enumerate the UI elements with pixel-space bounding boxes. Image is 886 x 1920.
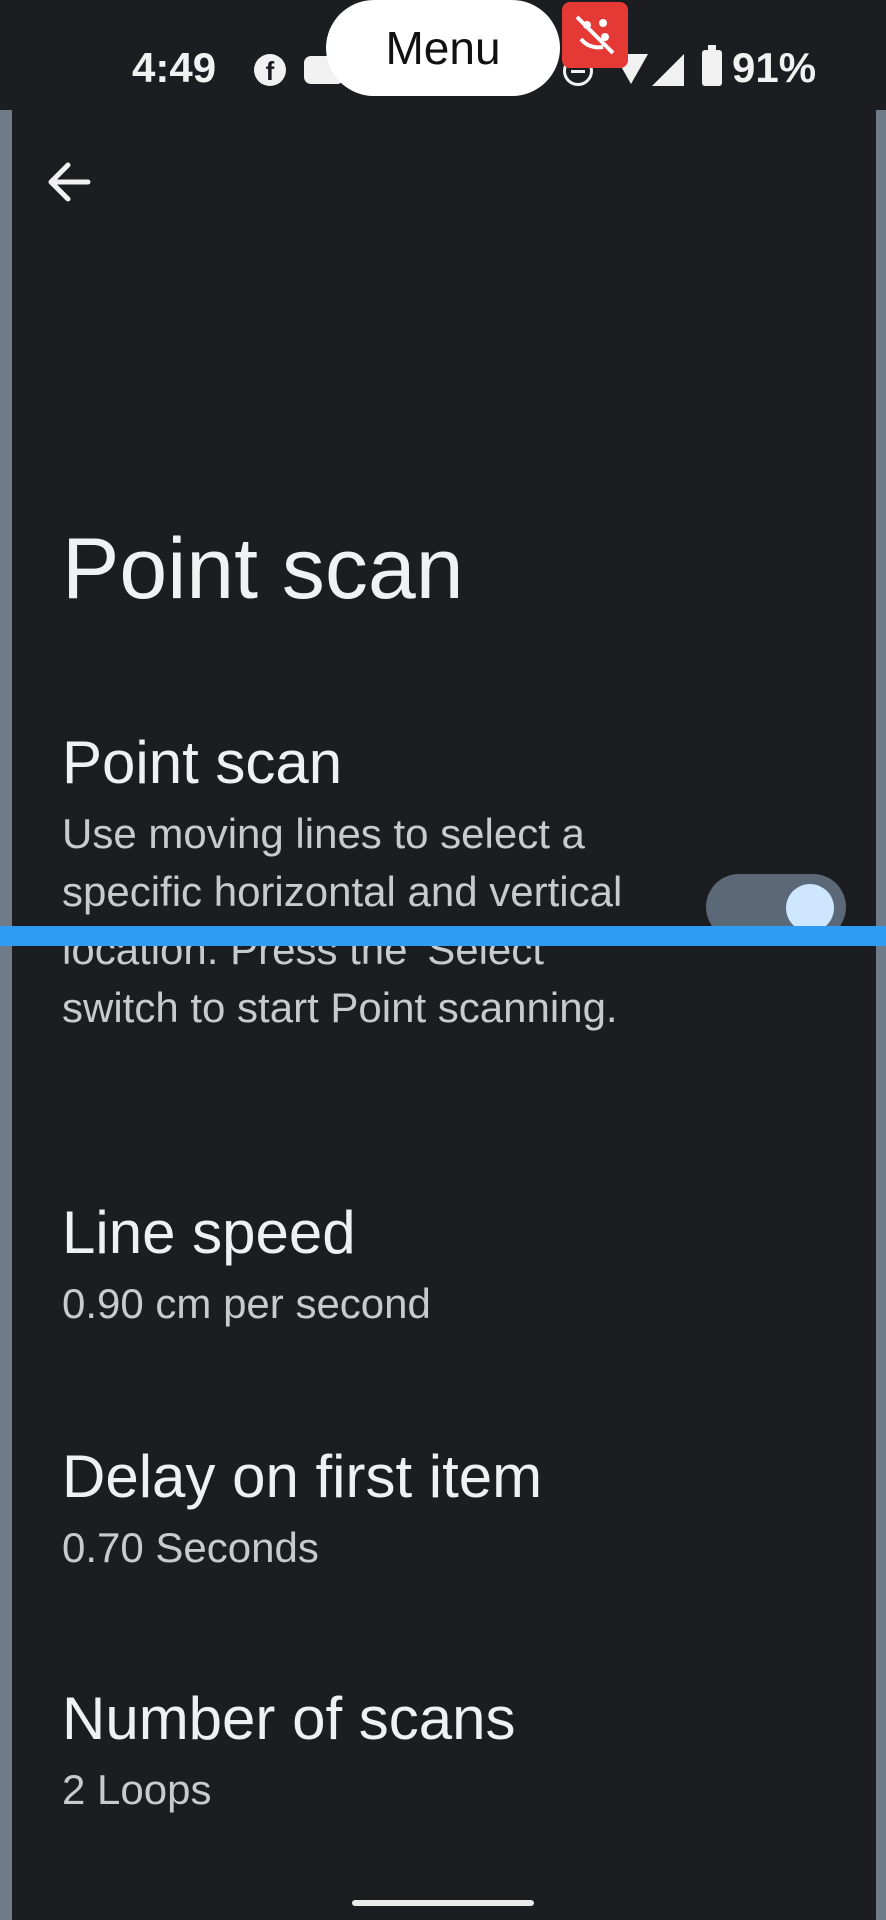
delay-first-item-preference[interactable]: Delay on first item 0.70 Seconds xyxy=(62,1442,542,1577)
status-time: 4:49 xyxy=(132,44,217,91)
battery-percentage: 91% xyxy=(732,44,817,91)
number-of-scans-summary: 2 Loops xyxy=(62,1766,212,1813)
switch-access-off-icon[interactable] xyxy=(562,2,628,68)
point-scan-horizontal-line xyxy=(0,926,886,946)
left-frame-edge xyxy=(0,110,12,1920)
battery-icon xyxy=(702,45,722,86)
switch-access-menu-button[interactable]: Menu xyxy=(326,0,560,96)
line-speed-title: Line speed xyxy=(62,1199,356,1266)
cell-signal-icon xyxy=(652,54,684,86)
delay-first-item-summary: 0.70 Seconds xyxy=(62,1524,319,1571)
gesture-navigation-bar[interactable] xyxy=(352,1900,534,1906)
number-of-scans-preference[interactable]: Number of scans 2 Loops xyxy=(62,1684,516,1819)
delay-first-item-title: Delay on first item xyxy=(62,1443,543,1510)
toggle-thumb xyxy=(786,884,834,932)
right-frame-edge xyxy=(876,110,886,1920)
line-speed-preference[interactable]: Line speed 0.90 cm per second xyxy=(62,1198,431,1333)
point-scan-summary: Use moving lines to select a specific ho… xyxy=(62,810,623,1031)
line-speed-summary: 0.90 cm per second xyxy=(62,1280,431,1327)
facebook-icon: f xyxy=(254,54,286,86)
point-scan-title: Point scan xyxy=(62,729,343,796)
number-of-scans-title: Number of scans xyxy=(62,1685,516,1752)
point-scan-preference[interactable]: Point scan Use moving lines to select a … xyxy=(62,728,662,1037)
page-title: Point scan xyxy=(62,521,464,617)
screen: 4:49 f 91% Menu Point scan Point scan Us… xyxy=(0,0,886,1920)
back-arrow-icon[interactable] xyxy=(40,152,100,212)
